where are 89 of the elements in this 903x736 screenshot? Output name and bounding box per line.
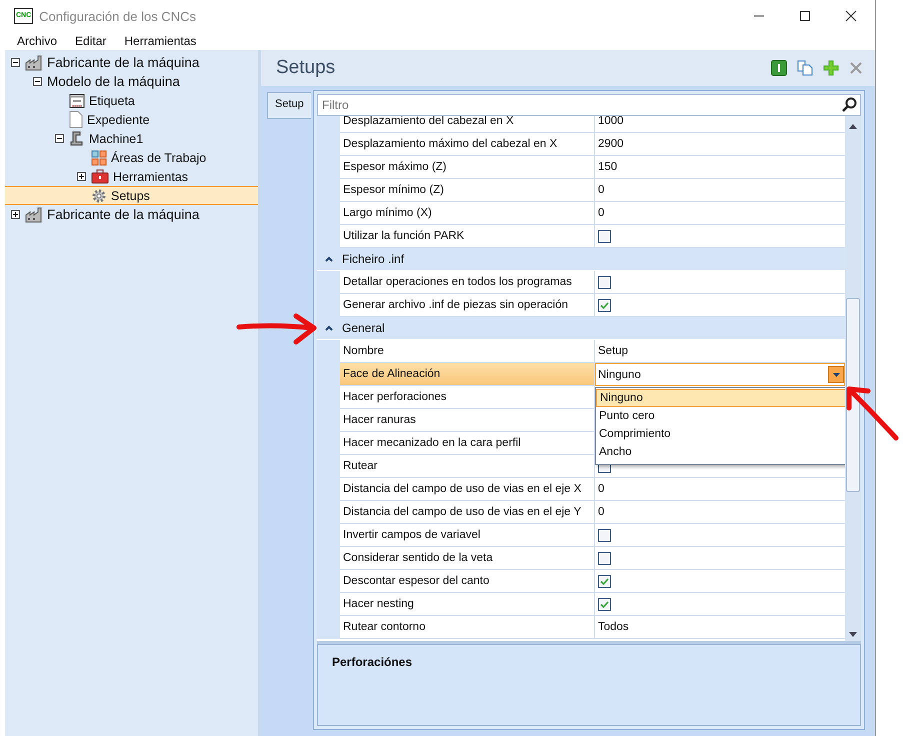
property-value: Todos	[598, 621, 629, 633]
tree-item[interactable]: Machine1	[5, 129, 258, 148]
property-name[interactable]: Rutear	[340, 455, 595, 478]
panel-title: Setups	[276, 57, 336, 79]
property-name[interactable]: Desplazamiento máximo del cabezal en X	[340, 133, 595, 156]
row-gutter	[317, 116, 340, 133]
dropdown-button[interactable]	[828, 366, 844, 383]
property-name[interactable]: Distancia del campo de uso de vias en el eje Y	[340, 501, 595, 524]
row-gutter	[317, 271, 340, 294]
close-icon[interactable]	[845, 10, 857, 22]
section-header[interactable]: General	[317, 317, 845, 340]
menu-item[interactable]: Archivo	[8, 34, 66, 48]
scroll-up-icon[interactable]	[849, 124, 857, 129]
caret-icon	[832, 372, 840, 376]
factory-icon	[25, 206, 43, 222]
setup-tab[interactable]: Setup	[267, 92, 311, 119]
collapse-icon[interactable]	[324, 325, 332, 331]
property-name[interactable]: Invertir campos de variavel	[340, 524, 595, 547]
checkbox[interactable]	[598, 276, 611, 288]
property-value: 0	[598, 207, 604, 219]
property-value: 150	[598, 161, 618, 173]
row-gutter	[317, 616, 340, 639]
menu-item[interactable]: Herramientas	[115, 34, 206, 48]
filter-field[interactable]: Filtro	[317, 94, 861, 116]
tree-item[interactable]: Áreas de Trabajo	[5, 148, 258, 167]
checkbox[interactable]	[598, 230, 611, 242]
property-name[interactable]: Hacer perforaciones	[340, 386, 595, 409]
checkbox[interactable]	[598, 528, 611, 542]
maximize-icon[interactable]	[799, 10, 811, 22]
expander-icon[interactable]	[10, 58, 20, 67]
toolbox-icon	[91, 169, 109, 184]
property-name[interactable]: Hacer ranuras	[340, 409, 595, 432]
property-value: 0	[598, 483, 604, 495]
property-name[interactable]: Espesor mínimo (Z)	[340, 179, 595, 202]
section-header[interactable]: Ficheiro .inf	[317, 248, 845, 271]
window-title: Configuración de los CNCs	[39, 8, 197, 24]
expander-icon[interactable]	[54, 134, 64, 143]
section-title: Ficheiro .inf	[341, 251, 404, 268]
annotation-arrow	[844, 384, 900, 442]
tree-item[interactable]: Etiqueta	[5, 91, 258, 110]
tree-item[interactable]: Fabricante de la máquina	[5, 53, 258, 72]
property-name[interactable]: Desplazamiento del cabezal en X	[340, 116, 595, 133]
checkbox[interactable]	[598, 552, 611, 564]
label-icon	[69, 92, 85, 108]
machine-icon	[69, 130, 85, 146]
scroll-down-icon[interactable]	[849, 632, 857, 637]
property-value: Setup	[598, 345, 628, 357]
property-value: 2900	[598, 138, 624, 150]
tree-item[interactable]: Setups	[5, 186, 258, 205]
expander-icon[interactable]	[76, 172, 86, 181]
tree-item[interactable]: Expediente	[5, 110, 258, 129]
scrollbar[interactable]	[845, 116, 861, 641]
section-title: General	[341, 320, 385, 337]
expander-icon[interactable]	[32, 77, 42, 86]
checkbox[interactable]	[598, 574, 611, 588]
description-title: Perforaciónes	[332, 655, 412, 669]
dropdown-option[interactable]: Ninguno	[596, 389, 845, 407]
dropdown-option[interactable]: Punto cero	[596, 407, 845, 425]
collapse-icon[interactable]	[324, 256, 332, 262]
checkbox[interactable]	[598, 298, 611, 312]
property-value: 1000	[598, 116, 624, 127]
property-name[interactable]: Distancia del campo de uso de vias en el eje X	[340, 478, 595, 501]
property-name[interactable]: Hacer nesting	[340, 593, 595, 616]
copy-icon[interactable]	[797, 60, 813, 76]
property-name[interactable]: Considerar sentido de la veta	[340, 547, 595, 570]
grid-icon	[91, 150, 107, 166]
info-icon[interactable]	[771, 60, 787, 76]
property-name[interactable]: Detallar operaciones en todos los programas	[340, 271, 595, 294]
tree-item[interactable]: Modelo de la máquina	[5, 72, 258, 91]
row-gutter	[317, 340, 340, 363]
property-name[interactable]: Descontar espesor del canto	[340, 570, 595, 593]
expander-icon[interactable]	[10, 210, 20, 219]
search-icon[interactable]	[841, 97, 857, 113]
tree-item[interactable]: Fabricante de la máquina	[5, 205, 258, 224]
property-value: 0	[598, 506, 604, 518]
checkbox[interactable]	[598, 598, 611, 610]
tree-item[interactable]: Herramientas	[5, 167, 258, 186]
property-name[interactable]: Hacer mecanizado en la cara perfil	[340, 432, 595, 455]
document-icon	[69, 111, 83, 128]
property-name[interactable]: Face de Alineación	[340, 363, 595, 386]
property-value: 0	[598, 184, 604, 196]
property-name[interactable]: Largo mínimo (X)	[340, 202, 595, 225]
menu-item[interactable]: Editar	[66, 34, 116, 48]
property-name[interactable]: Rutear contorno	[340, 616, 595, 639]
gear-icon	[91, 188, 107, 204]
dropdown-option[interactable]: Ancho	[596, 443, 845, 461]
property-name[interactable]: Espesor máximo (Z)	[340, 156, 595, 179]
factory-icon	[25, 54, 43, 70]
dropdown-option[interactable]: Comprimiento	[596, 425, 845, 443]
